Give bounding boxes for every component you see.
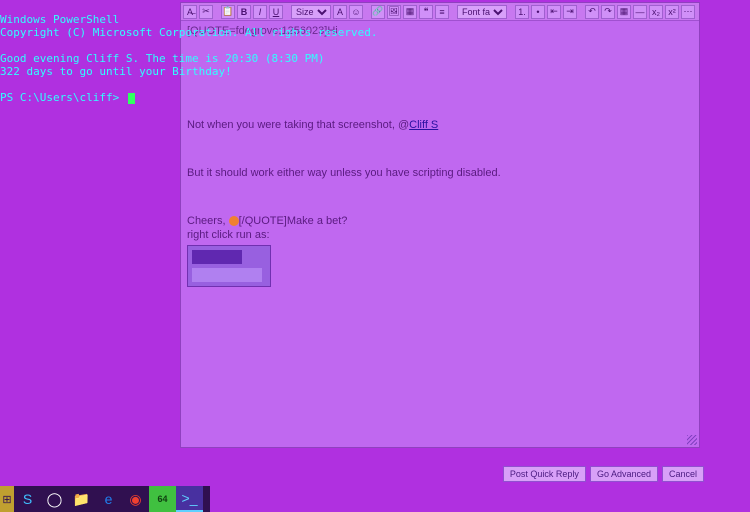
paste-button[interactable]: 📋 <box>221 5 235 19</box>
terminal-line: Windows PowerShell <box>0 13 119 26</box>
x64-icon[interactable]: 64 <box>149 486 176 512</box>
windows-taskbar: ⊞ S ◯ 📁 e ◉ 64 >_ <box>0 486 210 512</box>
post-reply-button[interactable]: Post Quick Reply <box>503 466 586 482</box>
underline-button[interactable]: U <box>269 5 283 19</box>
quote-tag-open: [QUOTE=fdegrove;1256023]Hi, <box>187 25 693 37</box>
more-button[interactable]: ⋯ <box>681 5 695 19</box>
ordered-list-button[interactable]: 1. <box>515 5 529 19</box>
go-advanced-button[interactable]: Go Advanced <box>590 466 658 482</box>
indent-button[interactable]: ⇥ <box>563 5 577 19</box>
quote-button[interactable]: ❝ <box>419 5 433 19</box>
bold-button[interactable]: B <box>237 5 251 19</box>
editor-line: Cheers, [/QUOTE]Make a bet? <box>187 215 693 227</box>
unordered-list-button[interactable]: • <box>531 5 545 19</box>
sub-button[interactable]: x₂ <box>649 5 663 19</box>
reply-editor: A̶ ✂ 📋 B I U Size A ☺ 🔗 🖼 ▦ ❝ ≡ Font fa.… <box>180 2 700 448</box>
resize-handle-icon[interactable] <box>687 435 697 445</box>
table-button[interactable]: ▦ <box>617 5 631 19</box>
edge-icon[interactable]: e <box>95 486 122 512</box>
sup-button[interactable]: x² <box>665 5 679 19</box>
undo-button[interactable]: ↶ <box>585 5 599 19</box>
powershell-icon[interactable]: >_ <box>176 486 203 512</box>
smilies-button[interactable]: ☺ <box>349 5 363 19</box>
reply-actions: Post Quick Reply Go Advanced Cancel <box>180 466 704 482</box>
hr-button[interactable]: — <box>633 5 647 19</box>
attachment-thumbnail[interactable] <box>187 245 271 287</box>
outdent-button[interactable]: ⇤ <box>547 5 561 19</box>
user-mention-link[interactable]: Cliff S <box>409 119 438 131</box>
size-select[interactable]: Size <box>291 5 331 19</box>
editor-toolbar: A̶ ✂ 📋 B I U Size A ☺ 🔗 🖼 ▦ ❝ ≡ Font fa.… <box>181 3 699 21</box>
cut-button[interactable]: ✂ <box>199 5 213 19</box>
link-button[interactable]: 🔗 <box>371 5 385 19</box>
file-explorer-icon[interactable]: 📁 <box>68 486 95 512</box>
textcolor-button[interactable]: A <box>333 5 347 19</box>
skype-icon[interactable]: S <box>14 486 41 512</box>
italic-button[interactable]: I <box>253 5 267 19</box>
editor-line: But it should work either way unless you… <box>187 167 693 179</box>
start-button[interactable]: ⊞ <box>0 486 14 512</box>
cortana-icon[interactable]: ◯ <box>41 486 68 512</box>
cursor-icon <box>128 93 135 104</box>
editor-textarea[interactable]: [QUOTE=fdegrove;1256023]Hi, Not when you… <box>181 21 699 447</box>
video-button[interactable]: ▦ <box>403 5 417 19</box>
code-button[interactable]: ≡ <box>435 5 449 19</box>
cancel-button[interactable]: Cancel <box>662 466 704 482</box>
strike-button[interactable]: A̶ <box>183 5 197 19</box>
image-button[interactable]: 🖼 <box>387 5 401 19</box>
font-select[interactable]: Font fa... <box>457 5 507 19</box>
editor-line: Not when you were taking that screenshot… <box>187 119 693 131</box>
smile-icon <box>229 216 239 226</box>
editor-line: right click run as: <box>187 229 693 241</box>
terminal-prompt[interactable]: PS C:\Users\cliff> <box>0 91 126 104</box>
chrome-icon[interactable]: ◉ <box>122 486 149 512</box>
redo-button[interactable]: ↷ <box>601 5 615 19</box>
